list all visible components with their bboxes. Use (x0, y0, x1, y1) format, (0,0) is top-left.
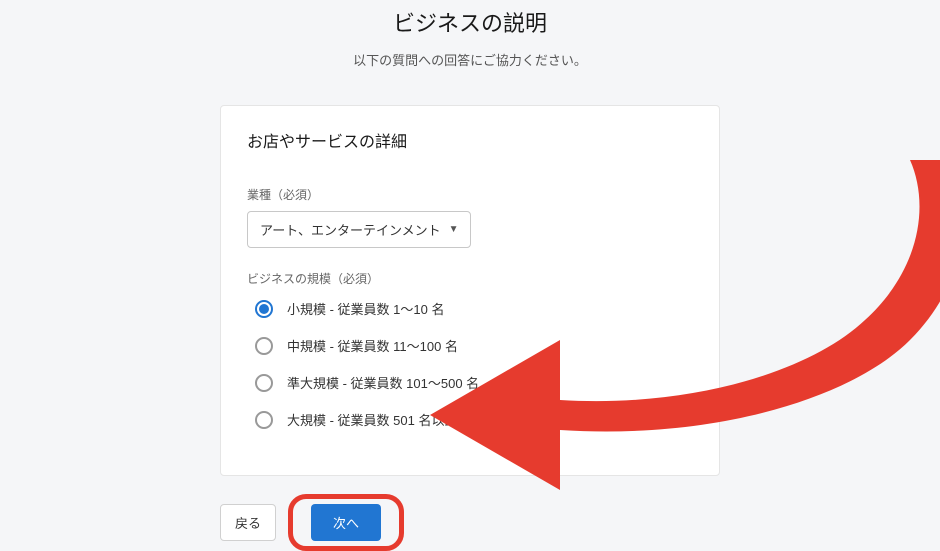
radio-icon (255, 411, 273, 429)
next-button[interactable]: 次へ (311, 504, 381, 541)
details-card: お店やサービスの詳細 業種（必須） アート、エンターテインメント ▼ ビジネスの… (220, 105, 720, 476)
scale-option-label: 小規模 - 従業員数 1〜10 名 (287, 299, 444, 318)
chevron-down-icon: ▼ (449, 224, 459, 235)
scale-option-label: 大規模 - 従業員数 501 名以上 (287, 410, 457, 429)
next-button-highlight: 次へ (288, 494, 404, 551)
radio-icon (255, 337, 273, 355)
scale-label: ビジネスの規模（必須） (247, 270, 693, 287)
scale-option-label: 準大規模 - 従業員数 101〜500 名 (287, 373, 479, 392)
scale-radio-list: 小規模 - 従業員数 1〜10 名 中規模 - 従業員数 11〜100 名 準大… (247, 299, 693, 429)
scale-option-large[interactable]: 大規模 - 従業員数 501 名以上 (255, 410, 693, 429)
scale-option-small[interactable]: 小規模 - 従業員数 1〜10 名 (255, 299, 693, 318)
page-title: ビジネスの説明 (0, 6, 940, 38)
scale-option-medium[interactable]: 中規模 - 従業員数 11〜100 名 (255, 336, 693, 355)
back-button[interactable]: 戻る (220, 504, 276, 541)
radio-icon (255, 300, 273, 318)
industry-selected: アート、エンターテインメント (260, 220, 441, 239)
button-row: 戻る 次へ (220, 494, 720, 551)
scale-option-label: 中規模 - 従業員数 11〜100 名 (287, 336, 458, 355)
scale-option-semilarge[interactable]: 準大規模 - 従業員数 101〜500 名 (255, 373, 693, 392)
industry-dropdown[interactable]: アート、エンターテインメント ▼ (247, 211, 471, 248)
page-subtitle: 以下の質問への回答にご協力ください。 (0, 50, 940, 69)
card-title: お店やサービスの詳細 (247, 128, 693, 152)
radio-icon (255, 374, 273, 392)
industry-label: 業種（必須） (247, 186, 693, 203)
